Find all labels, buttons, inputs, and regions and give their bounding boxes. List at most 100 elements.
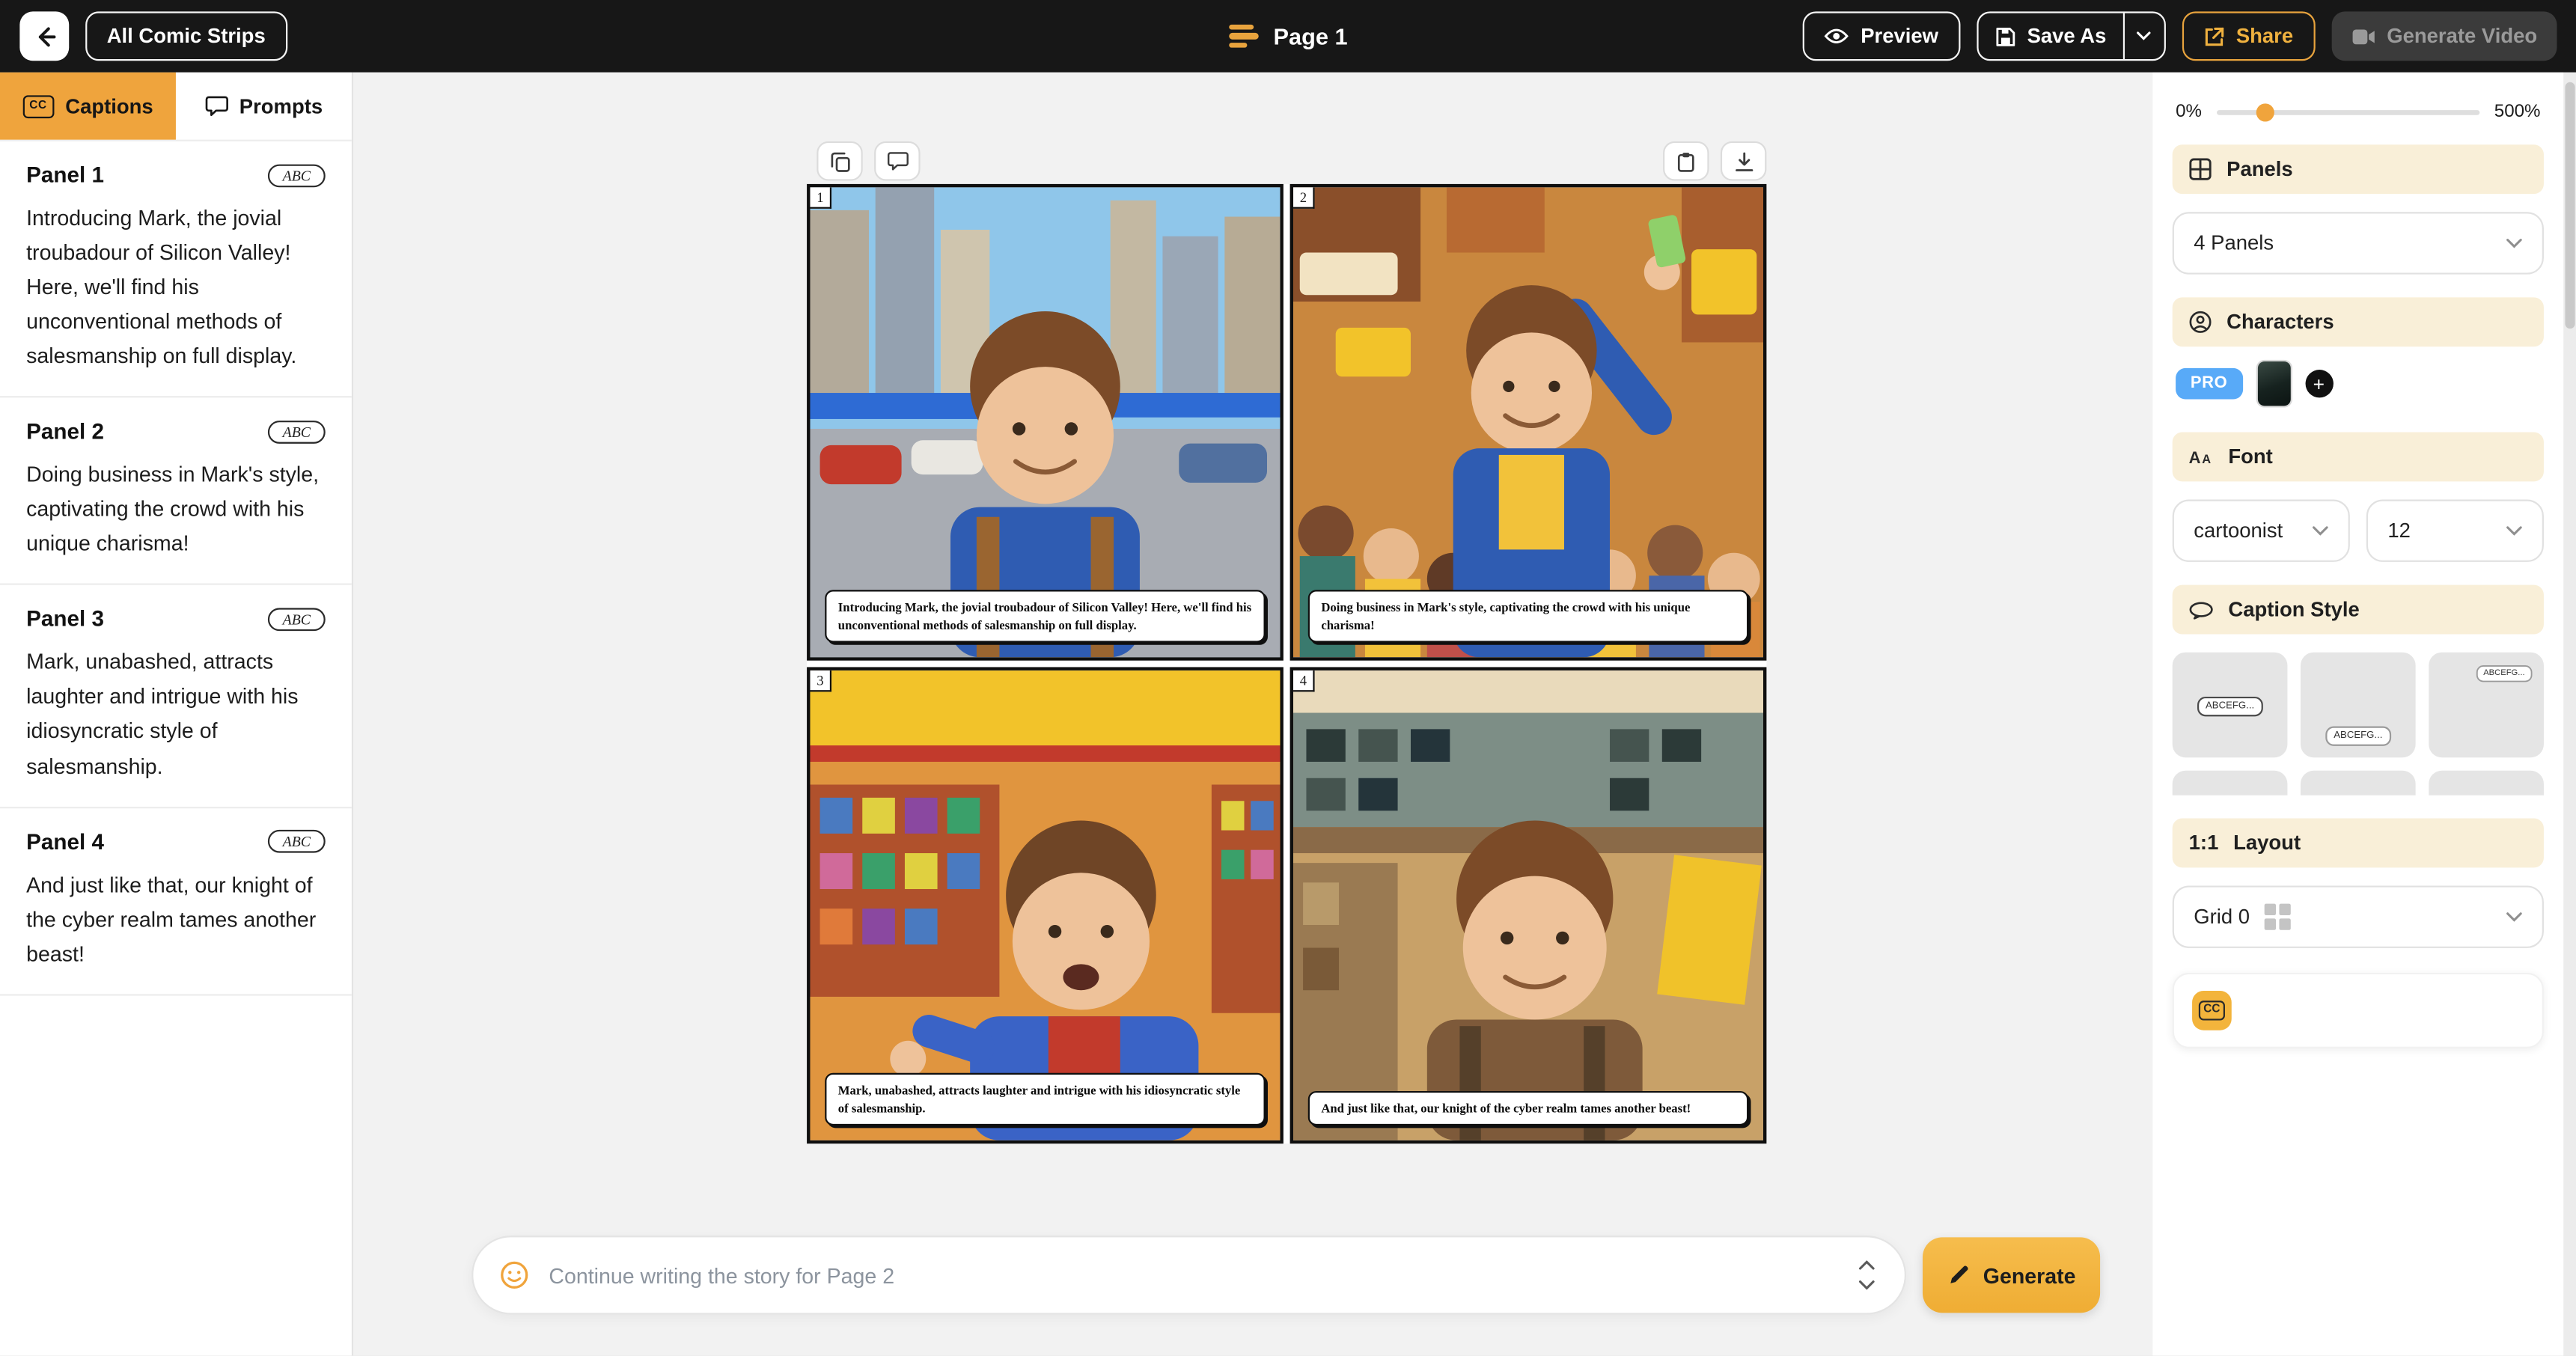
panel-2-number: 2 bbox=[1293, 187, 1316, 209]
page-scrollbar[interactable] bbox=[2563, 72, 2576, 1356]
layout-select[interactable]: Grid 0 bbox=[2172, 885, 2544, 948]
panel-3-number: 3 bbox=[810, 670, 832, 692]
comment-bubble-icon bbox=[886, 152, 908, 171]
preview-button[interactable]: Preview bbox=[1803, 11, 1960, 61]
zoom-slider[interactable] bbox=[2216, 102, 2480, 122]
save-as-label: Save As bbox=[2027, 24, 2107, 48]
generate-button[interactable]: Generate bbox=[1922, 1237, 2101, 1313]
characters-section-title: Characters bbox=[2226, 310, 2334, 334]
font-size-select[interactable]: 12 bbox=[2366, 499, 2544, 562]
panel-2-caption-text[interactable]: Doing business in Mark's style, captivat… bbox=[26, 457, 326, 561]
caption-style-option-1[interactable]: ABCEFG... bbox=[2172, 652, 2288, 758]
canvas-tools-right bbox=[1663, 141, 1767, 181]
panel-1-caption-text[interactable]: Introducing Mark, the jovial troubadour … bbox=[26, 201, 326, 373]
video-camera-icon bbox=[2351, 28, 2374, 44]
panel-4-caption-text[interactable]: And just like that, our knight of the cy… bbox=[26, 867, 326, 971]
panels-section-title: Panels bbox=[2226, 157, 2293, 181]
tab-prompts[interactable]: Prompts bbox=[176, 73, 352, 140]
topbar-center-group: Page 1 bbox=[1229, 0, 1348, 73]
back-button[interactable] bbox=[19, 11, 70, 61]
divider bbox=[0, 584, 352, 586]
pencil-icon bbox=[1950, 1265, 1968, 1283]
page-menu-icon[interactable] bbox=[1229, 24, 1259, 49]
generate-video-button[interactable]: Generate Video bbox=[2331, 11, 2557, 61]
comic-page[interactable]: 1 Introducing Mark, the jovial troubadou… bbox=[807, 183, 1767, 1144]
caption-style-sample: ABCEFG... bbox=[2197, 697, 2263, 717]
captions-toggle-card: CC bbox=[2172, 972, 2544, 1048]
download-icon bbox=[1735, 151, 1753, 171]
top-bar: All Comic Strips Page 1 Preview Save As … bbox=[0, 0, 2576, 73]
share-external-icon bbox=[2205, 26, 2224, 46]
share-button[interactable]: Share bbox=[2182, 11, 2315, 61]
story-prompt-bar bbox=[471, 1236, 1907, 1315]
story-prompt-input[interactable] bbox=[545, 1261, 1852, 1289]
prompt-history-down-button[interactable] bbox=[1852, 1276, 1882, 1294]
tab-captions[interactable]: CC Captions bbox=[0, 72, 176, 140]
comic-panel-4[interactable]: 4 And just like that, our knight of the … bbox=[1289, 667, 1767, 1144]
characters-section-header: Characters bbox=[2172, 297, 2544, 347]
caption-style-option-4[interactable] bbox=[2172, 770, 2288, 795]
toggle-captions-button[interactable] bbox=[874, 141, 921, 181]
panel-1-caption-box[interactable]: Introducing Mark, the jovial troubadour … bbox=[825, 590, 1266, 643]
copy-icon bbox=[830, 151, 849, 171]
panel-2-artwork bbox=[1293, 187, 1763, 658]
font-family-value: cartoonist bbox=[2194, 519, 2283, 543]
panel-2-style-badge[interactable]: ABC bbox=[267, 420, 326, 444]
paste-template-button[interactable] bbox=[1663, 141, 1709, 181]
caption-block-panel-1: Panel 1 ABC Introducing Mark, the jovial… bbox=[0, 162, 352, 398]
caption-style-option-5[interactable] bbox=[2300, 770, 2416, 795]
chevron-down-icon bbox=[2506, 238, 2522, 248]
caption-block-panel-3: Panel 3 ABC Mark, unabashed, attracts la… bbox=[0, 607, 352, 808]
comic-panel-3[interactable]: 3 Mark, unabashed, attracts laughter and… bbox=[807, 667, 1284, 1144]
zoom-slider-thumb[interactable] bbox=[2256, 103, 2274, 122]
app-viewport: All Comic Strips Page 1 Preview Save As … bbox=[0, 0, 2576, 1356]
panel-3-caption-box[interactable]: Mark, unabashed, attracts laughter and i… bbox=[825, 1072, 1266, 1126]
font-controls: cartoonist 12 bbox=[2172, 481, 2544, 562]
pro-badge[interactable]: PRO bbox=[2176, 367, 2243, 400]
smiley-icon bbox=[501, 1261, 528, 1289]
generate-label: Generate bbox=[1983, 1262, 2076, 1288]
panel-1-style-badge[interactable]: ABC bbox=[267, 163, 326, 187]
captions-toggle-button[interactable]: CC bbox=[2192, 991, 2232, 1030]
panel-count-value: 4 Panels bbox=[2194, 231, 2274, 255]
caption-style-sample: ABCEFG... bbox=[2325, 726, 2391, 746]
panel-3-artwork bbox=[810, 670, 1281, 1140]
panel-4-caption-box[interactable]: And just like that, our knight of the cy… bbox=[1307, 1090, 1749, 1126]
font-aa-icon: AA bbox=[2189, 447, 2214, 466]
comic-panel-2[interactable]: 2 Doing business in Mark's style, captiv… bbox=[1289, 183, 1767, 661]
panel-3-style-badge[interactable]: ABC bbox=[267, 608, 326, 631]
add-character-button[interactable]: + bbox=[2304, 370, 2333, 398]
zoom-min-label: 0% bbox=[2176, 102, 2203, 122]
app-stage: All Comic Strips Page 1 Preview Save As … bbox=[0, 0, 2576, 1356]
sidebar-tabs: CC Captions Prompts bbox=[0, 72, 352, 141]
layout-value: Grid 0 bbox=[2194, 905, 2250, 929]
clipboard-icon bbox=[1677, 152, 1694, 171]
copy-page-button[interactable] bbox=[817, 141, 863, 181]
save-as-button[interactable]: Save As bbox=[1978, 13, 2123, 59]
caption-style-option-6[interactable] bbox=[2429, 770, 2544, 795]
save-as-button-group: Save As bbox=[1976, 11, 2166, 61]
caption-style-sample: ABCEFG... bbox=[2476, 665, 2533, 682]
caption-block-panel-4: Panel 4 ABC And just like that, our knig… bbox=[0, 829, 352, 995]
save-as-dropdown-button[interactable] bbox=[2122, 13, 2164, 60]
panel-count-select[interactable]: 4 Panels bbox=[2172, 212, 2544, 275]
caption-style-section-title: Caption Style bbox=[2228, 598, 2360, 621]
all-comic-strips-button[interactable]: All Comic Strips bbox=[85, 11, 287, 61]
page-title: Page 1 bbox=[1273, 22, 1348, 49]
prompt-history-up-button[interactable] bbox=[1852, 1256, 1882, 1274]
character-avatar[interactable] bbox=[2256, 361, 2290, 406]
caption-style-section-header: Caption Style bbox=[2172, 584, 2544, 635]
panels-section-header: Panels bbox=[2172, 144, 2544, 195]
font-family-select[interactable]: cartoonist bbox=[2172, 499, 2350, 562]
download-page-button[interactable] bbox=[1720, 141, 1767, 181]
panel-4-style-badge[interactable]: ABC bbox=[267, 829, 326, 853]
panel-2-caption-box[interactable]: Doing business in Mark's style, captivat… bbox=[1307, 590, 1749, 643]
caption-style-option-3[interactable]: ABCEFG... bbox=[2429, 652, 2544, 758]
layout-section-header: 1:1 Layout bbox=[2172, 818, 2544, 868]
preview-label: Preview bbox=[1861, 24, 1938, 48]
panel-3-caption-text[interactable]: Mark, unabashed, attracts laughter and i… bbox=[26, 645, 326, 784]
svg-text:A: A bbox=[2202, 453, 2211, 466]
caption-style-option-2[interactable]: ABCEFG... bbox=[2300, 652, 2416, 758]
comic-panel-1[interactable]: 1 Introducing Mark, the jovial troubadou… bbox=[807, 183, 1284, 661]
scrollbar-thumb[interactable] bbox=[2565, 82, 2575, 329]
